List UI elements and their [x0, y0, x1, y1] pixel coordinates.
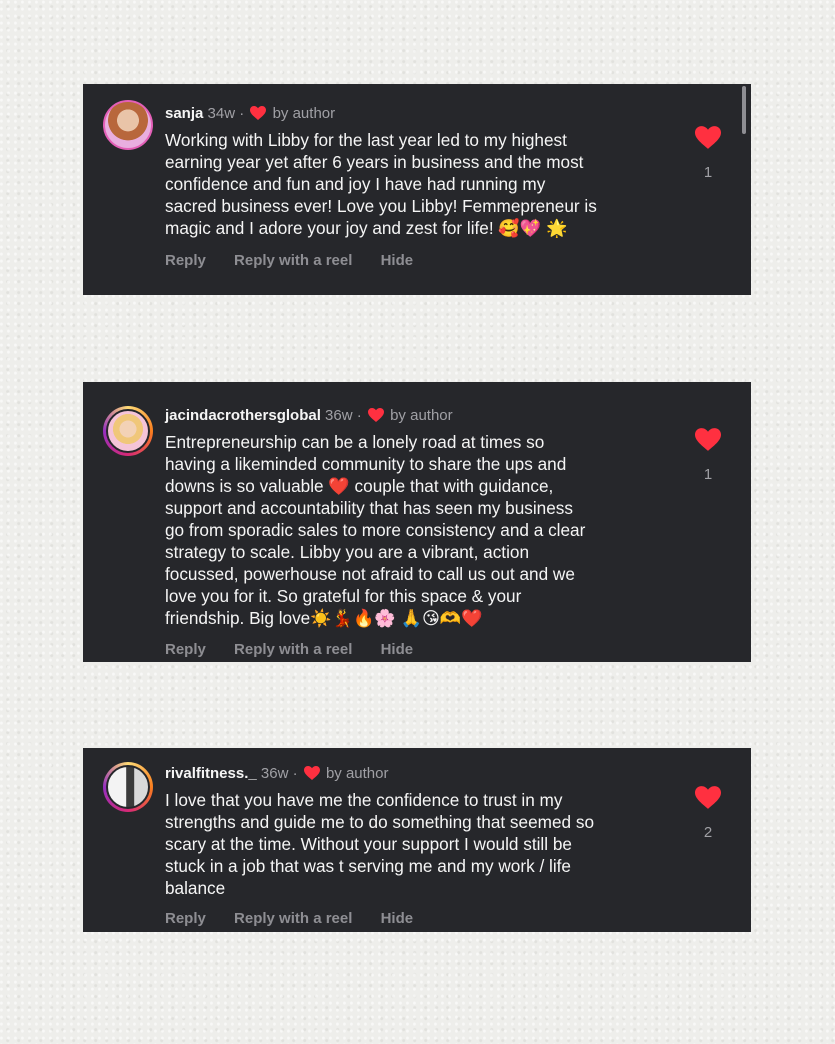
- reply-with-reel-button[interactable]: Reply with a reel: [234, 910, 352, 927]
- reply-button[interactable]: Reply: [165, 641, 206, 658]
- avatar-image: [106, 765, 150, 809]
- hide-button[interactable]: Hide: [381, 252, 414, 269]
- avatar[interactable]: [103, 406, 153, 456]
- comment-text: Working with Libby for the last year led…: [165, 130, 597, 238]
- like-count: 2: [703, 824, 713, 841]
- comment-actions: Reply Reply with a reel Hide: [165, 252, 437, 269]
- like-heart-icon[interactable]: [695, 786, 721, 809]
- username[interactable]: sanja: [165, 105, 203, 122]
- like-count: 1: [703, 466, 713, 483]
- like-control: 1: [693, 428, 723, 483]
- meta-separator: ·: [356, 407, 362, 424]
- comment-text: Entrepreneurship can be a lonely road at…: [165, 432, 586, 628]
- author-heart-icon: [250, 106, 267, 120]
- scrollbar[interactable]: [742, 86, 746, 134]
- comment-card: rivalfitness._ 36w · by author I love th…: [83, 748, 751, 932]
- comment-meta: jacindacrothersglobal 36w · by author: [165, 406, 665, 426]
- like-control: 1: [693, 126, 723, 181]
- like-heart-icon[interactable]: [695, 126, 721, 149]
- comment-age: 36w: [325, 407, 353, 424]
- comment-meta: sanja 34w · by author: [165, 104, 665, 124]
- reply-button[interactable]: Reply: [165, 910, 206, 927]
- reply-with-reel-button[interactable]: Reply with a reel: [234, 252, 352, 269]
- by-author-label: by author: [325, 765, 389, 782]
- hide-button[interactable]: Hide: [381, 641, 414, 658]
- comment-meta: rivalfitness._ 36w · by author: [165, 764, 665, 784]
- comment-content: rivalfitness._ 36w · by author I love th…: [165, 764, 665, 899]
- comment-card: sanja 34w · by author Working with Libby…: [83, 84, 751, 295]
- like-control: 2: [693, 786, 723, 841]
- author-heart-icon: [303, 766, 320, 780]
- comment-card: jacindacrothersglobal 36w · by author En…: [83, 382, 751, 662]
- comment-content: sanja 34w · by author Working with Libby…: [165, 104, 665, 239]
- by-author-label: by author: [272, 105, 336, 122]
- avatar[interactable]: [103, 100, 153, 150]
- avatar[interactable]: [103, 762, 153, 812]
- comment-actions: Reply Reply with a reel Hide: [165, 910, 437, 927]
- author-heart-icon: [367, 408, 384, 422]
- comment-text: I love that you have me the confidence t…: [165, 790, 594, 898]
- like-count: 1: [703, 164, 713, 181]
- comment-content: jacindacrothersglobal 36w · by author En…: [165, 406, 665, 629]
- username[interactable]: jacindacrothersglobal: [165, 407, 321, 424]
- by-author-label: by author: [390, 407, 453, 424]
- meta-separator: ·: [239, 105, 245, 122]
- avatar-image: [106, 409, 150, 453]
- reply-with-reel-button[interactable]: Reply with a reel: [234, 641, 352, 658]
- username[interactable]: rivalfitness._: [165, 765, 257, 782]
- comment-actions: Reply Reply with a reel Hide: [165, 641, 437, 658]
- comment-age: 34w: [207, 105, 236, 122]
- comment-age: 36w: [260, 765, 289, 782]
- like-heart-icon[interactable]: [695, 428, 721, 451]
- meta-separator: ·: [292, 765, 298, 782]
- hide-button[interactable]: Hide: [381, 910, 414, 927]
- reply-button[interactable]: Reply: [165, 252, 206, 269]
